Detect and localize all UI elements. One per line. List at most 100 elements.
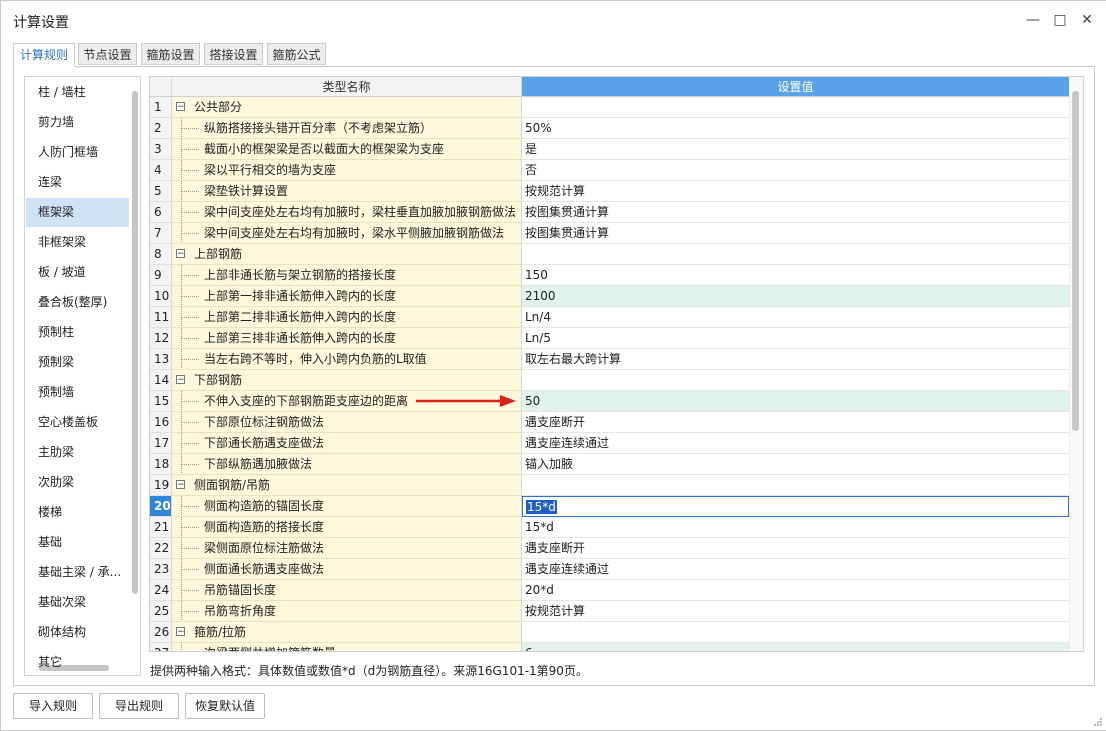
setting-value-cell[interactable]: 50 (522, 391, 1069, 412)
resize-grip-icon[interactable] (1093, 717, 1103, 727)
setting-name-cell[interactable]: 下部纵筋遇加腋做法 (172, 454, 522, 475)
group-name-cell[interactable]: − 公共部分 (172, 97, 522, 118)
category-item[interactable]: 基础次梁 (26, 588, 129, 617)
table-row[interactable]: 20 侧面构造筋的锚固长度 15*d (150, 496, 1069, 517)
category-item[interactable]: 柱 / 墙柱 (26, 78, 129, 107)
setting-value-cell[interactable]: 15*d (522, 517, 1069, 538)
row-number[interactable]: 8 (150, 244, 172, 265)
category-item[interactable]: 主肋梁 (26, 438, 129, 467)
setting-value-cell[interactable] (522, 475, 1069, 496)
setting-name-cell[interactable]: 次梁两侧共增加箍筋数量 (172, 643, 522, 651)
setting-value-cell[interactable]: 是 (522, 139, 1069, 160)
selected-value-text[interactable]: 15*d (526, 500, 557, 514)
table-row[interactable]: 21 侧面构造筋的搭接长度 15*d (150, 517, 1069, 538)
collapse-icon[interactable]: − (176, 102, 185, 112)
row-number[interactable]: 20 (150, 496, 172, 517)
row-number[interactable]: 19 (150, 475, 172, 496)
minimize-icon[interactable]: — (1022, 9, 1044, 31)
collapse-icon[interactable]: − (176, 249, 185, 259)
setting-name-cell[interactable]: 侧面通长筋遇支座做法 (172, 559, 522, 580)
row-number[interactable]: 9 (150, 265, 172, 286)
tab-stirrup-formula[interactable]: 箍筋公式 (267, 43, 326, 65)
row-number[interactable]: 5 (150, 181, 172, 202)
category-item[interactable]: 砌体结构 (26, 618, 129, 647)
setting-name-cell[interactable]: 上部非通长筋与架立钢筋的搭接长度 (172, 265, 522, 286)
category-item[interactable]: 预制墙 (26, 378, 129, 407)
group-name-cell[interactable]: − 上部钢筋 (172, 244, 522, 265)
setting-name-cell[interactable]: 侧面构造筋的搭接长度 (172, 517, 522, 538)
tab-stirrup-settings[interactable]: 箍筋设置 (141, 43, 200, 65)
category-list-vscroll[interactable] (132, 91, 138, 594)
setting-name-cell[interactable]: 纵筋搭接接头错开百分率（不考虑架立筋） (172, 118, 522, 139)
collapse-icon[interactable]: − (176, 375, 185, 385)
setting-name-cell[interactable]: 下部通长筋遇支座做法 (172, 433, 522, 454)
close-icon[interactable]: ✕ (1076, 9, 1098, 31)
setting-value-editor[interactable]: 15*d (522, 496, 1069, 517)
tab-lap-settings[interactable]: 搭接设置 (204, 43, 263, 65)
row-number[interactable]: 23 (150, 559, 172, 580)
table-row[interactable]: 23 侧面通长筋遇支座做法 遇支座连续通过 (150, 559, 1069, 580)
table-row[interactable]: 9 上部非通长筋与架立钢筋的搭接长度 150 (150, 265, 1069, 286)
setting-value-cell[interactable]: Ln/5 (522, 328, 1069, 349)
table-row[interactable]: 5 梁垫铁计算设置 按规范计算 (150, 181, 1069, 202)
row-number[interactable]: 6 (150, 202, 172, 223)
row-number[interactable]: 27 (150, 643, 172, 651)
setting-value-cell[interactable] (522, 622, 1069, 643)
setting-value-cell[interactable]: 50% (522, 118, 1069, 139)
category-item[interactable]: 次肋梁 (26, 468, 129, 497)
row-number[interactable]: 21 (150, 517, 172, 538)
category-item[interactable]: 连梁 (26, 168, 129, 197)
setting-name-cell[interactable]: 吊筋锚固长度 (172, 580, 522, 601)
setting-value-cell[interactable]: 遇支座连续通过 (522, 433, 1069, 454)
maximize-icon[interactable]: □ (1049, 9, 1071, 31)
table-row[interactable]: 24 吊筋锚固长度 20*d (150, 580, 1069, 601)
setting-name-cell[interactable]: 上部第二排非通长筋伸入跨内的长度 (172, 307, 522, 328)
category-item[interactable]: 基础 (26, 528, 129, 557)
setting-name-cell[interactable]: 当左右跨不等时，伸入小跨内负筋的L取值 (172, 349, 522, 370)
row-number[interactable]: 13 (150, 349, 172, 370)
setting-value-cell[interactable]: 6 (522, 643, 1069, 651)
collapse-icon[interactable]: − (176, 627, 185, 637)
setting-value-cell[interactable]: 锚入加腋 (522, 454, 1069, 475)
setting-name-cell[interactable]: 梁侧面原位标注筋做法 (172, 538, 522, 559)
table-row[interactable]: 17 下部通长筋遇支座做法 遇支座连续通过 (150, 433, 1069, 454)
category-item[interactable]: 其它 (26, 648, 129, 675)
group-name-cell[interactable]: − 箍筋/拉筋 (172, 622, 522, 643)
category-item[interactable]: 空心楼盖板 (26, 408, 129, 437)
column-header-name[interactable]: 类型名称 (172, 77, 522, 97)
table-row[interactable]: 6 梁中间支座处左右均有加腋时，梁柱垂直加腋加腋钢筋做法 按图集贯通计算 (150, 202, 1069, 223)
table-row[interactable]: 2 纵筋搭接接头错开百分率（不考虑架立筋） 50% (150, 118, 1069, 139)
row-number[interactable]: 11 (150, 307, 172, 328)
row-number[interactable]: 3 (150, 139, 172, 160)
table-row[interactable]: 7 梁中间支座处左右均有加腋时，梁水平侧腋加腋钢筋做法 按图集贯通计算 (150, 223, 1069, 244)
row-number[interactable]: 1 (150, 97, 172, 118)
table-row[interactable]: 26− 箍筋/拉筋 (150, 622, 1069, 643)
setting-value-cell[interactable] (522, 244, 1069, 265)
export-rules-button[interactable]: 导出规则 (99, 693, 179, 719)
setting-value-cell[interactable]: 150 (522, 265, 1069, 286)
setting-value-cell[interactable]: 否 (522, 160, 1069, 181)
row-number[interactable]: 2 (150, 118, 172, 139)
setting-value-cell[interactable]: 20*d (522, 580, 1069, 601)
table-row[interactable]: 3 截面小的框架梁是否以截面大的框架梁为支座 是 (150, 139, 1069, 160)
table-row[interactable]: 14− 下部钢筋 (150, 370, 1069, 391)
table-row[interactable]: 19− 侧面钢筋/吊筋 (150, 475, 1069, 496)
group-name-cell[interactable]: − 侧面钢筋/吊筋 (172, 475, 522, 496)
setting-value-cell[interactable]: 遇支座断开 (522, 412, 1069, 433)
category-item[interactable]: 基础主梁 / 承... (26, 558, 129, 587)
table-row[interactable]: 15 不伸入支座的下部钢筋距支座边的距离 50 (150, 391, 1069, 412)
row-number[interactable]: 10 (150, 286, 172, 307)
table-row[interactable]: 10 上部第一排非通长筋伸入跨内的长度 2100 (150, 286, 1069, 307)
row-number[interactable]: 15 (150, 391, 172, 412)
table-row[interactable]: 11 上部第二排非通长筋伸入跨内的长度 Ln/4 (150, 307, 1069, 328)
row-number[interactable]: 26 (150, 622, 172, 643)
category-item[interactable]: 预制梁 (26, 348, 129, 377)
row-number[interactable]: 24 (150, 580, 172, 601)
category-item[interactable]: 楼梯 (26, 498, 129, 527)
setting-name-cell[interactable]: 上部第一排非通长筋伸入跨内的长度 (172, 286, 522, 307)
setting-value-cell[interactable]: 遇支座断开 (522, 538, 1069, 559)
setting-value-cell[interactable]: 按规范计算 (522, 181, 1069, 202)
setting-name-cell[interactable]: 吊筋弯折角度 (172, 601, 522, 622)
setting-name-cell[interactable]: 梁中间支座处左右均有加腋时，梁柱垂直加腋加腋钢筋做法 (172, 202, 522, 223)
setting-name-cell[interactable]: 梁以平行相交的墙为支座 (172, 160, 522, 181)
